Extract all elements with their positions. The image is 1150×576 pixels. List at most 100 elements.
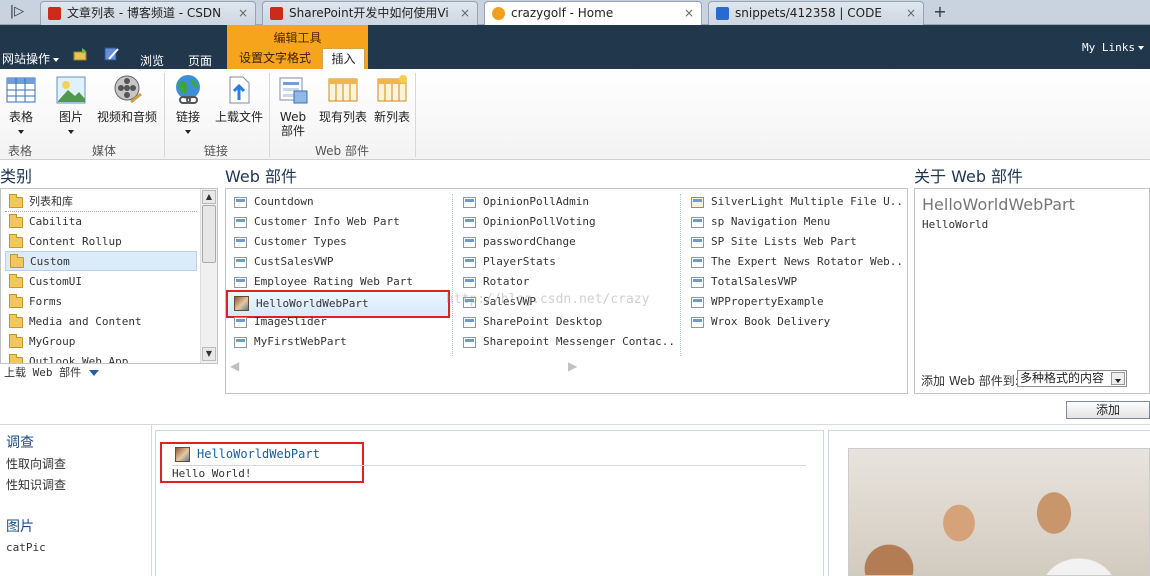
quicklaunch-pictures-heading[interactable]: 图片 xyxy=(6,516,34,536)
category-item-selected[interactable]: Custom xyxy=(5,251,197,271)
upload-web-part-menu[interactable]: 上载 Web 部件 xyxy=(4,364,100,380)
next-page-arrow-icon[interactable]: ▶ xyxy=(568,359,577,373)
web-part-icon xyxy=(691,197,704,208)
web-part-item[interactable]: Rotator xyxy=(455,272,677,292)
web-part-item[interactable]: sp Navigation Menu xyxy=(683,212,903,232)
new-tab-button[interactable]: + xyxy=(928,2,952,23)
add-button[interactable]: 添加 xyxy=(1066,401,1150,419)
insert-video-audio-button[interactable]: 视频和音频 xyxy=(94,74,160,124)
web-part-item[interactable]: ImageSlider xyxy=(226,312,446,332)
web-part-item[interactable]: SharePoint Desktop xyxy=(455,312,677,332)
web-part-item[interactable]: OpinionPollAdmin xyxy=(455,192,677,212)
category-label: Custom xyxy=(30,255,70,268)
web-part-item[interactable]: OpinionPollVoting xyxy=(455,212,677,232)
web-part-item[interactable]: passwordChange xyxy=(455,232,677,252)
insert-link-button[interactable]: 链接 xyxy=(170,74,206,138)
web-part-item[interactable]: CustSalesVWP xyxy=(226,252,446,272)
my-links-menu[interactable]: My Links xyxy=(1082,41,1144,54)
web-part-icon xyxy=(277,74,309,106)
web-part-item[interactable]: SilverLight Multiple File U... xyxy=(683,192,903,212)
category-label: Cabilita xyxy=(29,215,82,228)
chevron-down-icon xyxy=(89,370,100,376)
scroll-down-arrow-icon[interactable]: ▼ xyxy=(202,347,216,361)
chevron-down-icon xyxy=(68,129,74,134)
category-item[interactable]: Media and Content xyxy=(5,312,197,332)
category-item[interactable]: Forms xyxy=(5,292,197,312)
web-part-item[interactable]: Sharepoint Messenger Contac... xyxy=(455,332,677,352)
insert-picture-button[interactable]: 图片 xyxy=(55,74,87,138)
browser-tab-crazygolf-home[interactable]: crazygolf - Home × xyxy=(484,1,702,26)
web-part-label: passwordChange xyxy=(483,235,576,248)
web-part-item[interactable]: WPPropertyExample xyxy=(683,292,903,312)
category-list[interactable]: 列表和库 Cabilita Content Rollup Custom Cust… xyxy=(0,188,218,364)
web-part-icon xyxy=(234,197,247,208)
insert-table-button[interactable]: 表格 xyxy=(2,74,40,138)
web-part-label: PlayerStats xyxy=(483,255,556,268)
tab-page[interactable]: 页面 xyxy=(188,52,212,69)
web-part-item[interactable]: TotalSalesVWP xyxy=(683,272,903,292)
chevron-down-icon[interactable] xyxy=(1111,372,1125,385)
category-scrollbar[interactable]: ▲ ▼ xyxy=(200,189,217,363)
web-part-icon xyxy=(234,257,247,268)
category-item[interactable]: MyGroup xyxy=(5,332,197,352)
chevron-down-icon xyxy=(185,129,191,134)
upload-file-button[interactable]: 上载文件 xyxy=(212,74,266,124)
web-part-item[interactable]: Countdown xyxy=(226,192,446,212)
web-part-item[interactable]: The Expert News Rotator Web... xyxy=(683,252,903,272)
web-part-title[interactable]: HelloWorldWebPart xyxy=(197,447,320,461)
sidebar-toggle-button[interactable]: |▷ xyxy=(2,2,32,23)
category-label: Outlook Web App xyxy=(29,355,129,364)
web-part-label: Rotator xyxy=(483,275,530,288)
new-list-button[interactable]: 新列表 xyxy=(372,74,412,124)
browser-tab-sharepoint-dev[interactable]: SharePoint开发中如何使用Vi × xyxy=(262,1,478,25)
web-part-item[interactable]: Employee Rating Web Part xyxy=(226,272,446,292)
editing-tools-label: 编辑工具 xyxy=(273,31,322,45)
category-item[interactable]: Cabilita xyxy=(5,212,197,232)
web-part-item[interactable]: PlayerStats xyxy=(455,252,677,272)
link-label: 链接 xyxy=(175,110,200,124)
close-tab-icon[interactable]: × xyxy=(460,2,470,24)
tab-insert[interactable]: 插入 xyxy=(322,48,365,69)
quicklaunch-item[interactable]: 性知识调查 xyxy=(6,476,66,493)
category-label: Media and Content xyxy=(29,315,142,328)
web-part-item[interactable]: SP Site Lists Web Part xyxy=(683,232,903,252)
web-part-icon xyxy=(234,337,247,348)
close-tab-icon[interactable]: × xyxy=(906,2,916,24)
column-divider xyxy=(680,194,681,356)
web-part-label: MyFirstWebPart xyxy=(254,335,347,348)
web-part-item[interactable]: Customer Info Web Part xyxy=(226,212,446,232)
edit-page-icon[interactable] xyxy=(104,47,120,61)
previous-page-arrow-icon[interactable]: ◀ xyxy=(230,359,239,373)
browser-tab-code-snippets[interactable]: snippets/412358 | CODE × xyxy=(708,1,924,25)
category-item[interactable]: 列表和库 xyxy=(5,192,197,212)
scrollbar-thumb[interactable] xyxy=(202,205,216,263)
quicklaunch-surveys-heading[interactable]: 调查 xyxy=(6,432,34,452)
scroll-up-arrow-icon[interactable]: ▲ xyxy=(202,190,216,204)
category-item[interactable]: CustomUI xyxy=(5,272,197,292)
site-actions-menu[interactable]: 网站操作 xyxy=(2,50,60,67)
category-item[interactable]: Content Rollup xyxy=(5,232,197,252)
navigate-up-icon[interactable] xyxy=(73,47,89,61)
add-to-zone-select[interactable]: 多种格式的内容 xyxy=(1017,370,1127,387)
csdn-favicon-icon xyxy=(270,7,283,20)
tab-browse[interactable]: 浏览 xyxy=(140,52,164,69)
existing-list-button[interactable]: 现有列表 xyxy=(318,74,368,124)
close-tab-icon[interactable]: × xyxy=(238,2,248,24)
category-item[interactable]: Outlook Web App xyxy=(5,352,197,364)
web-part-item[interactable]: Customer Types xyxy=(226,232,446,252)
web-part-label: HelloWorldWebPart xyxy=(256,297,369,310)
web-part-icon xyxy=(691,277,704,288)
tab-format-text[interactable]: 设置文字格式 xyxy=(231,48,319,69)
browser-tab-csdn-articles[interactable]: 文章列表 - 博客频道 - CSDN × xyxy=(40,1,256,25)
web-part-item[interactable]: MyFirstWebPart xyxy=(226,332,446,352)
quicklaunch-item[interactable]: 性取向调查 xyxy=(6,455,66,472)
insert-web-part-button[interactable]: Web 部件 xyxy=(276,74,310,138)
web-part-item[interactable]: Wrox Book Delivery xyxy=(683,312,903,332)
quicklaunch-item[interactable]: catPic xyxy=(6,541,46,554)
site-actions-label: 网站操作 xyxy=(2,52,51,66)
folder-icon xyxy=(9,194,23,208)
existing-list-icon xyxy=(327,74,359,106)
close-tab-icon[interactable]: × xyxy=(684,2,694,24)
about-description: HelloWorld xyxy=(922,218,989,231)
picture-label: 图片 xyxy=(58,110,83,124)
